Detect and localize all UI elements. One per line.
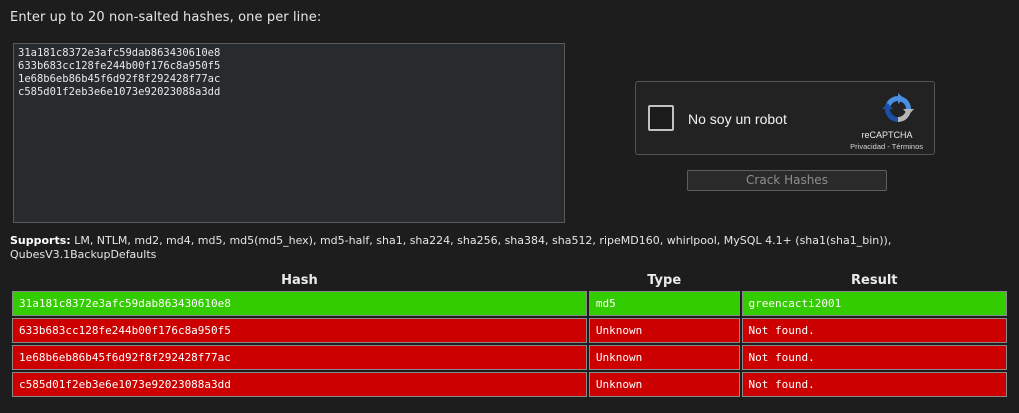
cell-hash: c585d01f2eb3e6e1073e92023088a3dd <box>12 372 587 397</box>
cell-result: Not found. <box>741 372 1007 397</box>
cell-result: greencacti2001 <box>741 291 1007 316</box>
cell-type: Unknown <box>588 318 740 343</box>
table-header-row: Hash Type Result <box>12 272 1007 289</box>
recaptcha-widget: No soy un robot reCAPTCHA Privacidad - T… <box>635 81 935 155</box>
table-row: 1e68b6eb86b45f6d92f8f292428f77ac Unknown… <box>12 345 1007 370</box>
table-row: 31a181c8372e3afc59dab863430610e8 md5 gre… <box>12 291 1007 316</box>
table-row: 633b683cc128fe244b00f176c8a950f5 Unknown… <box>12 318 1007 343</box>
results-table: Hash Type Result 31a181c8372e3afc59dab86… <box>10 270 1009 399</box>
supports-label: Supports: <box>10 234 71 247</box>
instructions-text: Enter up to 20 non-salted hashes, one pe… <box>10 10 322 25</box>
header-result: Result <box>851 273 898 288</box>
captcha-checkbox[interactable] <box>648 105 674 131</box>
captcha-links: Privacidad - Términos <box>850 142 923 151</box>
header-hash: Hash <box>281 273 318 288</box>
hash-input[interactable]: 31a181c8372e3afc59dab863430610e8 633b683… <box>13 43 565 223</box>
privacy-link[interactable]: Privacidad <box>850 142 885 151</box>
cell-result: Not found. <box>741 345 1007 370</box>
cell-type: Unknown <box>588 372 740 397</box>
terms-link[interactable]: Términos <box>892 142 923 151</box>
crack-hashes-button[interactable]: Crack Hashes <box>687 170 887 191</box>
supports-list: LM, NTLM, md2, md4, md5, md5(md5_hex), m… <box>10 234 892 261</box>
supported-algorithms: Supports: LM, NTLM, md2, md4, md5, md5(m… <box>10 234 1000 261</box>
recaptcha-brand: reCAPTCHA <box>861 130 913 140</box>
cell-result: Not found. <box>741 318 1007 343</box>
header-type: Type <box>647 273 682 288</box>
cell-hash: 1e68b6eb86b45f6d92f8f292428f77ac <box>12 345 587 370</box>
captcha-label: No soy un robot <box>688 111 787 127</box>
cell-type: md5 <box>588 291 740 316</box>
table-row: c585d01f2eb3e6e1073e92023088a3dd Unknown… <box>12 372 1007 397</box>
cell-hash: 31a181c8372e3afc59dab863430610e8 <box>12 291 587 316</box>
cell-hash: 633b683cc128fe244b00f176c8a950f5 <box>12 318 587 343</box>
recaptcha-logo-icon <box>882 93 914 122</box>
cell-type: Unknown <box>588 345 740 370</box>
